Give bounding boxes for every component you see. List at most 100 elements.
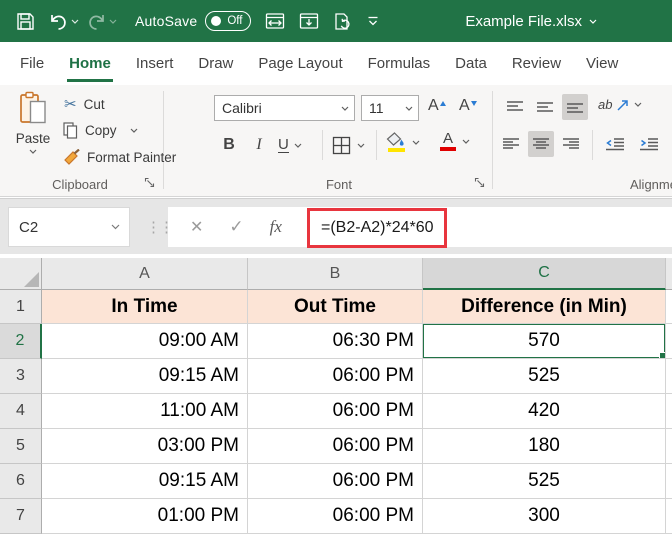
cell-b1[interactable]: Out Time <box>248 290 423 324</box>
cut-label: Cut <box>84 97 105 112</box>
italic-button[interactable]: I <box>246 132 272 158</box>
redo-dropdown-icon[interactable] <box>109 19 117 24</box>
cell-b6[interactable]: 06:00 PM <box>248 464 423 499</box>
cell-b4[interactable]: 06:00 PM <box>248 394 423 429</box>
qat-window-down-icon[interactable] <box>299 12 319 30</box>
column-header-a[interactable]: A <box>42 258 248 290</box>
cell-c4[interactable]: 420 <box>423 394 666 429</box>
cell-a2[interactable]: 09:00 AM <box>42 324 248 359</box>
tab-review[interactable]: Review <box>512 42 561 85</box>
cell-a1[interactable]: In Time <box>42 290 248 324</box>
cell-c7[interactable]: 300 <box>423 499 666 534</box>
align-center-button[interactable] <box>528 131 554 157</box>
row-header-1[interactable]: 1 <box>0 290 42 324</box>
bold-button[interactable]: B <box>216 132 242 158</box>
qat-refresh-document-icon[interactable] <box>333 12 353 31</box>
tab-home[interactable]: Home <box>69 42 111 85</box>
cancel-icon[interactable]: ✕ <box>190 217 203 237</box>
decrease-indent-button[interactable] <box>602 131 628 157</box>
font-color-button[interactable]: A <box>440 131 470 151</box>
cell-a4[interactable]: 11:00 AM <box>42 394 248 429</box>
row-header-4[interactable]: 4 <box>0 394 42 429</box>
top-align-button[interactable] <box>502 94 528 120</box>
row-header-5[interactable]: 5 <box>0 429 42 464</box>
increase-indent-button[interactable] <box>636 131 662 157</box>
align-right-button[interactable] <box>558 131 584 157</box>
enter-icon[interactable]: ✓ <box>229 217 243 237</box>
row-header-3[interactable]: 3 <box>0 359 42 394</box>
row-header-6[interactable]: 6 <box>0 464 42 499</box>
cell-c5[interactable]: 180 <box>423 429 666 464</box>
group-separator <box>492 91 493 189</box>
cell-d5-sliver[interactable] <box>666 429 672 464</box>
insert-function-icon[interactable]: fx <box>270 217 282 237</box>
redo-icon[interactable] <box>87 12 106 31</box>
align-left-button[interactable] <box>498 131 524 157</box>
copy-button[interactable]: Copy <box>63 122 138 139</box>
formula-text[interactable]: =(B2-A2)*24*60 <box>321 219 434 237</box>
paste-button[interactable]: Paste <box>10 91 56 181</box>
increase-font-size-button[interactable]: A <box>428 97 446 115</box>
cell-a5[interactable]: 03:00 PM <box>42 429 248 464</box>
decrease-font-letter: A <box>459 97 470 115</box>
name-box[interactable]: C2 <box>8 207 130 247</box>
customize-quick-access-icon[interactable] <box>367 16 379 27</box>
undo-dropdown-icon[interactable] <box>71 19 79 24</box>
underline-button[interactable]: U <box>278 137 302 153</box>
tab-data[interactable]: Data <box>455 42 487 85</box>
cell-c2-active[interactable]: 570 <box>423 324 666 359</box>
decrease-font-size-button[interactable]: A <box>459 97 477 115</box>
cut-button[interactable]: ✂ Cut <box>64 95 105 113</box>
orientation-button[interactable]: ab <box>598 97 642 112</box>
cell-d4-sliver[interactable] <box>666 394 672 429</box>
cell-d2-sliver[interactable] <box>666 324 672 359</box>
row-header-7[interactable]: 7 <box>0 499 42 534</box>
borders-button[interactable] <box>332 136 365 155</box>
cell-a3[interactable]: 09:15 AM <box>42 359 248 394</box>
cell-b5[interactable]: 06:00 PM <box>248 429 423 464</box>
borders-dropdown-icon <box>357 143 365 148</box>
font-size-combobox[interactable]: 11 <box>361 95 419 121</box>
cell-d3-sliver[interactable] <box>666 359 672 394</box>
cell-c3[interactable]: 525 <box>423 359 666 394</box>
fill-handle[interactable] <box>659 352 666 359</box>
format-painter-button[interactable]: Format Painter <box>62 149 176 166</box>
ribbon: Paste ✂ Cut Copy Format Painter Clipboar… <box>0 85 672 197</box>
cell-c6[interactable]: 525 <box>423 464 666 499</box>
document-title[interactable]: Example File.xlsx <box>465 13 597 30</box>
cell-a6[interactable]: 09:15 AM <box>42 464 248 499</box>
fill-color-button[interactable] <box>386 132 420 152</box>
cell-d1-sliver[interactable] <box>666 290 672 324</box>
clipboard-dialog-launcher-icon[interactable] <box>144 176 155 191</box>
row-header-2[interactable]: 2 <box>0 324 42 359</box>
cell-d6-sliver[interactable] <box>666 464 672 499</box>
top-align-icon <box>506 100 524 114</box>
filename-text: Example File.xlsx <box>465 13 582 30</box>
font-name-combobox[interactable]: Calibri <box>214 95 355 121</box>
cell-b2[interactable]: 06:30 PM <box>248 324 423 359</box>
bottom-align-button[interactable] <box>562 94 588 120</box>
tab-file[interactable]: File <box>20 42 44 85</box>
autosave-toggle[interactable]: Off <box>205 11 251 31</box>
cell-d7-sliver[interactable] <box>666 499 672 534</box>
undo-icon[interactable] <box>49 12 68 31</box>
save-icon[interactable] <box>16 12 35 31</box>
column-header-d-sliver[interactable] <box>666 258 672 290</box>
cell-a7[interactable]: 01:00 PM <box>42 499 248 534</box>
tab-insert[interactable]: Insert <box>136 42 174 85</box>
font-dialog-launcher-icon[interactable] <box>474 176 485 191</box>
tab-draw[interactable]: Draw <box>198 42 233 85</box>
alignment-group-label: Alignment <box>600 177 672 192</box>
column-header-b[interactable]: B <box>248 258 423 290</box>
column-header-c[interactable]: C <box>423 258 666 290</box>
tab-page-layout[interactable]: Page Layout <box>258 42 342 85</box>
cell-b3[interactable]: 06:00 PM <box>248 359 423 394</box>
tab-view[interactable]: View <box>586 42 618 85</box>
borders-icon <box>332 136 351 155</box>
tab-formulas[interactable]: Formulas <box>368 42 431 85</box>
qat-window-resize-icon[interactable] <box>265 12 285 30</box>
cell-c1[interactable]: Difference (in Min) <box>423 290 666 324</box>
select-all-corner[interactable] <box>0 258 42 290</box>
cell-b7[interactable]: 06:00 PM <box>248 499 423 534</box>
middle-align-button[interactable] <box>532 94 558 120</box>
